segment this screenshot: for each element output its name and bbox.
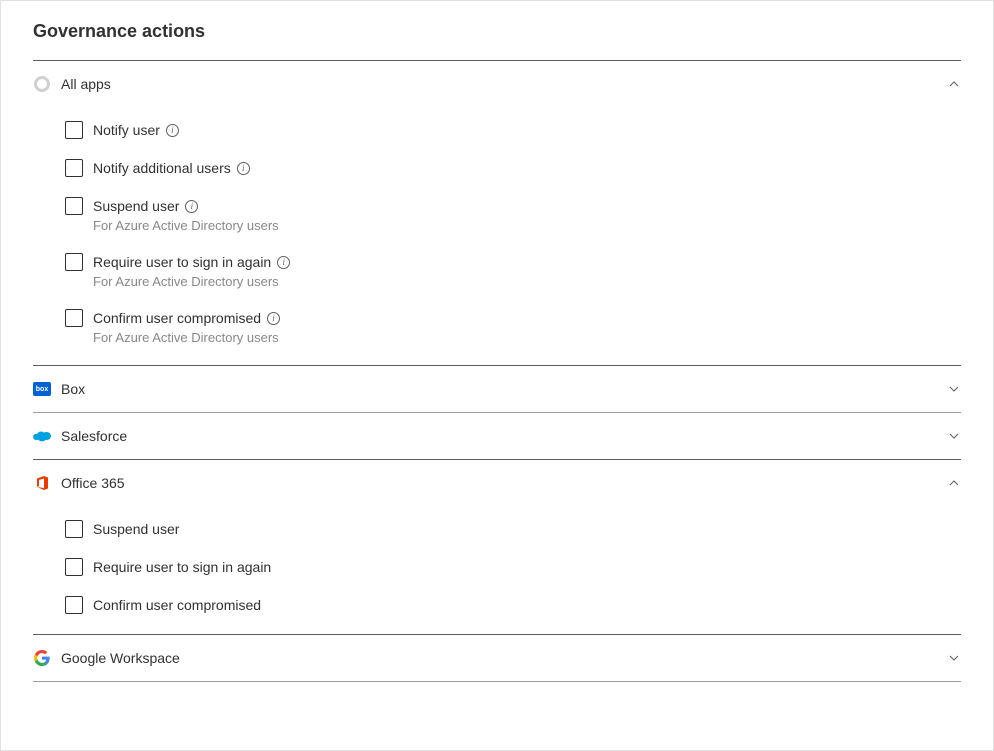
checkbox-suspend-user[interactable] (65, 520, 83, 538)
chevron-down-icon (947, 382, 961, 396)
checkbox-label: Confirm user compromised (93, 309, 261, 327)
section-body-all-apps: Notify user i Notify additional users i … (33, 107, 961, 365)
section-header-all-apps[interactable]: All apps (33, 61, 961, 107)
section-header-google-workspace[interactable]: Google Workspace (33, 635, 961, 681)
checkbox-row-require-signin: Require user to sign in again (65, 558, 961, 576)
checkbox-row-confirm-compromised: Confirm user compromised (65, 596, 961, 614)
section-body-office-365: Suspend user Require user to sign in aga… (33, 506, 961, 634)
chevron-up-icon (947, 476, 961, 490)
section-label: Salesforce (61, 428, 947, 444)
section-label: Box (61, 381, 947, 397)
section-header-salesforce[interactable]: Salesforce (33, 413, 961, 459)
info-icon[interactable]: i (166, 124, 179, 137)
checkbox-label: Notify additional users (93, 159, 231, 177)
section-header-office-365[interactable]: Office 365 (33, 460, 961, 506)
checkbox-suspend-user[interactable] (65, 197, 83, 215)
checkbox-row-suspend-user: Suspend user (65, 520, 961, 538)
page-title: Governance actions (33, 21, 961, 42)
checkbox-label: Notify user (93, 121, 160, 139)
chevron-down-icon (947, 651, 961, 665)
office-365-icon (33, 474, 51, 492)
checkbox-row-notify-additional: Notify additional users i (65, 159, 961, 177)
checkbox-label: Confirm user compromised (93, 596, 261, 614)
checkbox-require-signin[interactable] (65, 253, 83, 271)
governance-actions-panel: Governance actions All apps Notify user … (0, 0, 994, 751)
info-icon[interactable]: i (277, 256, 290, 269)
chevron-up-icon (947, 77, 961, 91)
section-header-box[interactable]: box Box (33, 366, 961, 412)
checkbox-label: Suspend user (93, 520, 179, 538)
checkbox-label: Require user to sign in again (93, 558, 271, 576)
checkbox-row-require-signin: Require user to sign in again i For Azur… (65, 253, 961, 289)
checkbox-label: Suspend user (93, 197, 179, 215)
chevron-down-icon (947, 429, 961, 443)
checkbox-confirm-compromised[interactable] (65, 596, 83, 614)
info-icon[interactable]: i (185, 200, 198, 213)
section-label: Google Workspace (61, 650, 947, 666)
checkbox-notify-user[interactable] (65, 121, 83, 139)
checkbox-require-signin[interactable] (65, 558, 83, 576)
info-icon[interactable]: i (267, 312, 280, 325)
checkbox-notify-additional[interactable] (65, 159, 83, 177)
google-workspace-icon (33, 649, 51, 667)
checkbox-subtext: For Azure Active Directory users (93, 218, 961, 233)
box-icon: box (33, 380, 51, 398)
checkbox-subtext: For Azure Active Directory users (93, 274, 961, 289)
checkbox-subtext: For Azure Active Directory users (93, 330, 961, 345)
checkbox-row-suspend-user: Suspend user i For Azure Active Director… (65, 197, 961, 233)
checkbox-confirm-compromised[interactable] (65, 309, 83, 327)
all-apps-icon (33, 75, 51, 93)
salesforce-icon (33, 427, 51, 445)
info-icon[interactable]: i (237, 162, 250, 175)
checkbox-row-notify-user: Notify user i (65, 121, 961, 139)
section-divider (33, 681, 961, 682)
checkbox-row-confirm-compromised: Confirm user compromised i For Azure Act… (65, 309, 961, 345)
section-label: Office 365 (61, 475, 947, 491)
checkbox-label: Require user to sign in again (93, 253, 271, 271)
section-label: All apps (61, 76, 947, 92)
